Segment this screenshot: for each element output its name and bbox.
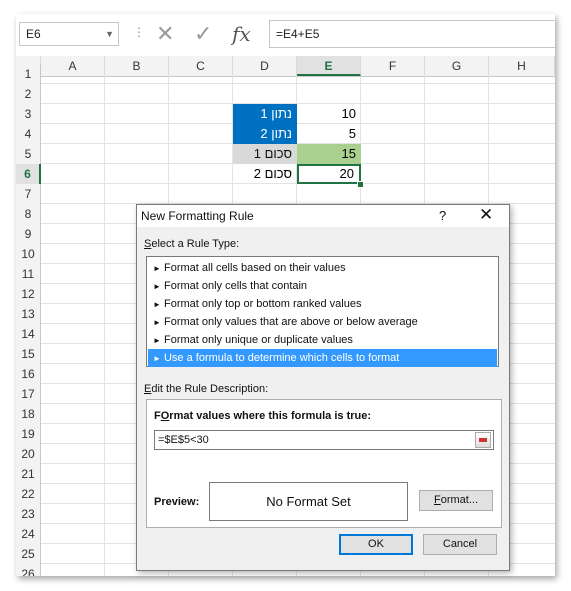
- arrow-right-icon: ►: [153, 354, 161, 363]
- ok-button[interactable]: OK: [339, 534, 413, 555]
- rule-type-list[interactable]: ► Format all cells based on their values…: [146, 256, 499, 367]
- row-header[interactable]: 23: [16, 504, 41, 524]
- row-header[interactable]: 25: [16, 544, 41, 564]
- rule-description-panel: FOrmat values where this formula is true…: [146, 399, 502, 528]
- row-header[interactable]: 2: [16, 84, 41, 104]
- row-header[interactable]: 9: [16, 224, 41, 244]
- row-header[interactable]: 18: [16, 404, 41, 424]
- name-box[interactable]: E6 ▼: [19, 22, 119, 46]
- preview-box: No Format Set: [209, 482, 408, 521]
- cell-e5[interactable]: 15: [297, 144, 361, 164]
- row-header[interactable]: 11: [16, 264, 41, 284]
- row-header[interactable]: 1: [16, 64, 41, 84]
- fill-handle[interactable]: [357, 181, 364, 188]
- rule-formula-value: =$E$5<30: [158, 434, 209, 446]
- row-header[interactable]: 26: [16, 564, 41, 576]
- row-header[interactable]: 17: [16, 384, 41, 404]
- rule-type-item[interactable]: ► Format only cells that contain: [148, 277, 497, 295]
- rule-type-item[interactable]: ► Format only values that are above or b…: [148, 313, 497, 331]
- preview-label: Preview:: [154, 496, 200, 508]
- close-icon[interactable]: ✕: [479, 205, 493, 225]
- arrow-right-icon: ►: [153, 300, 161, 309]
- sheet-row: 7: [16, 184, 555, 204]
- collapse-dialog-icon[interactable]: [475, 432, 491, 448]
- rule-formula-input[interactable]: =$E$5<30: [154, 430, 494, 450]
- formula-label: FOrmat values where this formula is true…: [154, 410, 372, 422]
- dialog-titlebar: New Formatting Rule ? ✕: [137, 205, 509, 227]
- row-header[interactable]: 19: [16, 424, 41, 444]
- row-header[interactable]: 22: [16, 484, 41, 504]
- row-header[interactable]: 13: [16, 304, 41, 324]
- row-header[interactable]: 14: [16, 324, 41, 344]
- cell-e6-active[interactable]: 20: [297, 164, 361, 184]
- rule-type-item[interactable]: ► Format all cells based on their values: [148, 259, 497, 277]
- cell-d5[interactable]: סכום 1: [233, 144, 297, 164]
- select-rule-type-label: Select a Rule Type:: [144, 238, 240, 250]
- row-header[interactable]: 5: [16, 144, 41, 164]
- row-header[interactable]: 24: [16, 524, 41, 544]
- row-header[interactable]: 10: [16, 244, 41, 264]
- format-button[interactable]: Format...: [419, 490, 493, 511]
- name-box-value: E6: [26, 27, 41, 41]
- row-header[interactable]: 20: [16, 444, 41, 464]
- arrow-right-icon: ►: [153, 264, 161, 273]
- cell-e3[interactable]: 10: [297, 104, 361, 124]
- edit-rule-description-label: Edit the Rule Description:: [144, 383, 269, 395]
- chevron-down-icon[interactable]: ▼: [105, 23, 114, 45]
- rule-type-item[interactable]: ► Format only top or bottom ranked value…: [148, 295, 497, 313]
- formula-buttons: ✕ ✓ fx: [150, 20, 262, 48]
- row-header[interactable]: 8: [16, 204, 41, 224]
- cancel-icon[interactable]: ✕: [156, 20, 174, 48]
- rule-type-item-selected[interactable]: ► Use a formula to determine which cells…: [148, 349, 497, 367]
- insert-function-icon[interactable]: fx: [232, 20, 251, 48]
- arrow-right-icon: ►: [153, 336, 161, 345]
- cell-d4[interactable]: נתון 2: [233, 124, 297, 144]
- arrow-right-icon: ►: [153, 282, 161, 291]
- rule-type-item[interactable]: ► Format only unique or duplicate values: [148, 331, 497, 349]
- row-header[interactable]: 3: [16, 104, 41, 124]
- sheet-row: 1: [16, 64, 555, 84]
- cell-e4[interactable]: 5: [297, 124, 361, 144]
- formula-bar: E6 ▼ ⋮ ✕ ✓ fx =E4+E5: [16, 14, 555, 56]
- help-icon[interactable]: ?: [439, 208, 446, 223]
- dots-icon: ⋮: [133, 25, 145, 39]
- row-header[interactable]: 4: [16, 124, 41, 144]
- new-formatting-rule-dialog: New Formatting Rule ? ✕ Select a Rule Ty…: [136, 204, 510, 571]
- enter-icon[interactable]: ✓: [194, 20, 212, 48]
- row-header[interactable]: 12: [16, 284, 41, 304]
- sheet-row: 2: [16, 84, 555, 104]
- row-header-selected[interactable]: 6: [16, 164, 41, 184]
- formula-input[interactable]: =E4+E5: [269, 20, 555, 48]
- row-header[interactable]: 7: [16, 184, 41, 204]
- cancel-button[interactable]: Cancel: [423, 534, 497, 555]
- arrow-right-icon: ►: [153, 318, 161, 327]
- cell-d3[interactable]: נתון 1: [233, 104, 297, 124]
- row-header[interactable]: 16: [16, 364, 41, 384]
- row-header[interactable]: 15: [16, 344, 41, 364]
- cell-d6[interactable]: סכום 2: [233, 164, 297, 184]
- dialog-title: New Formatting Rule: [141, 209, 254, 223]
- row-header[interactable]: 21: [16, 464, 41, 484]
